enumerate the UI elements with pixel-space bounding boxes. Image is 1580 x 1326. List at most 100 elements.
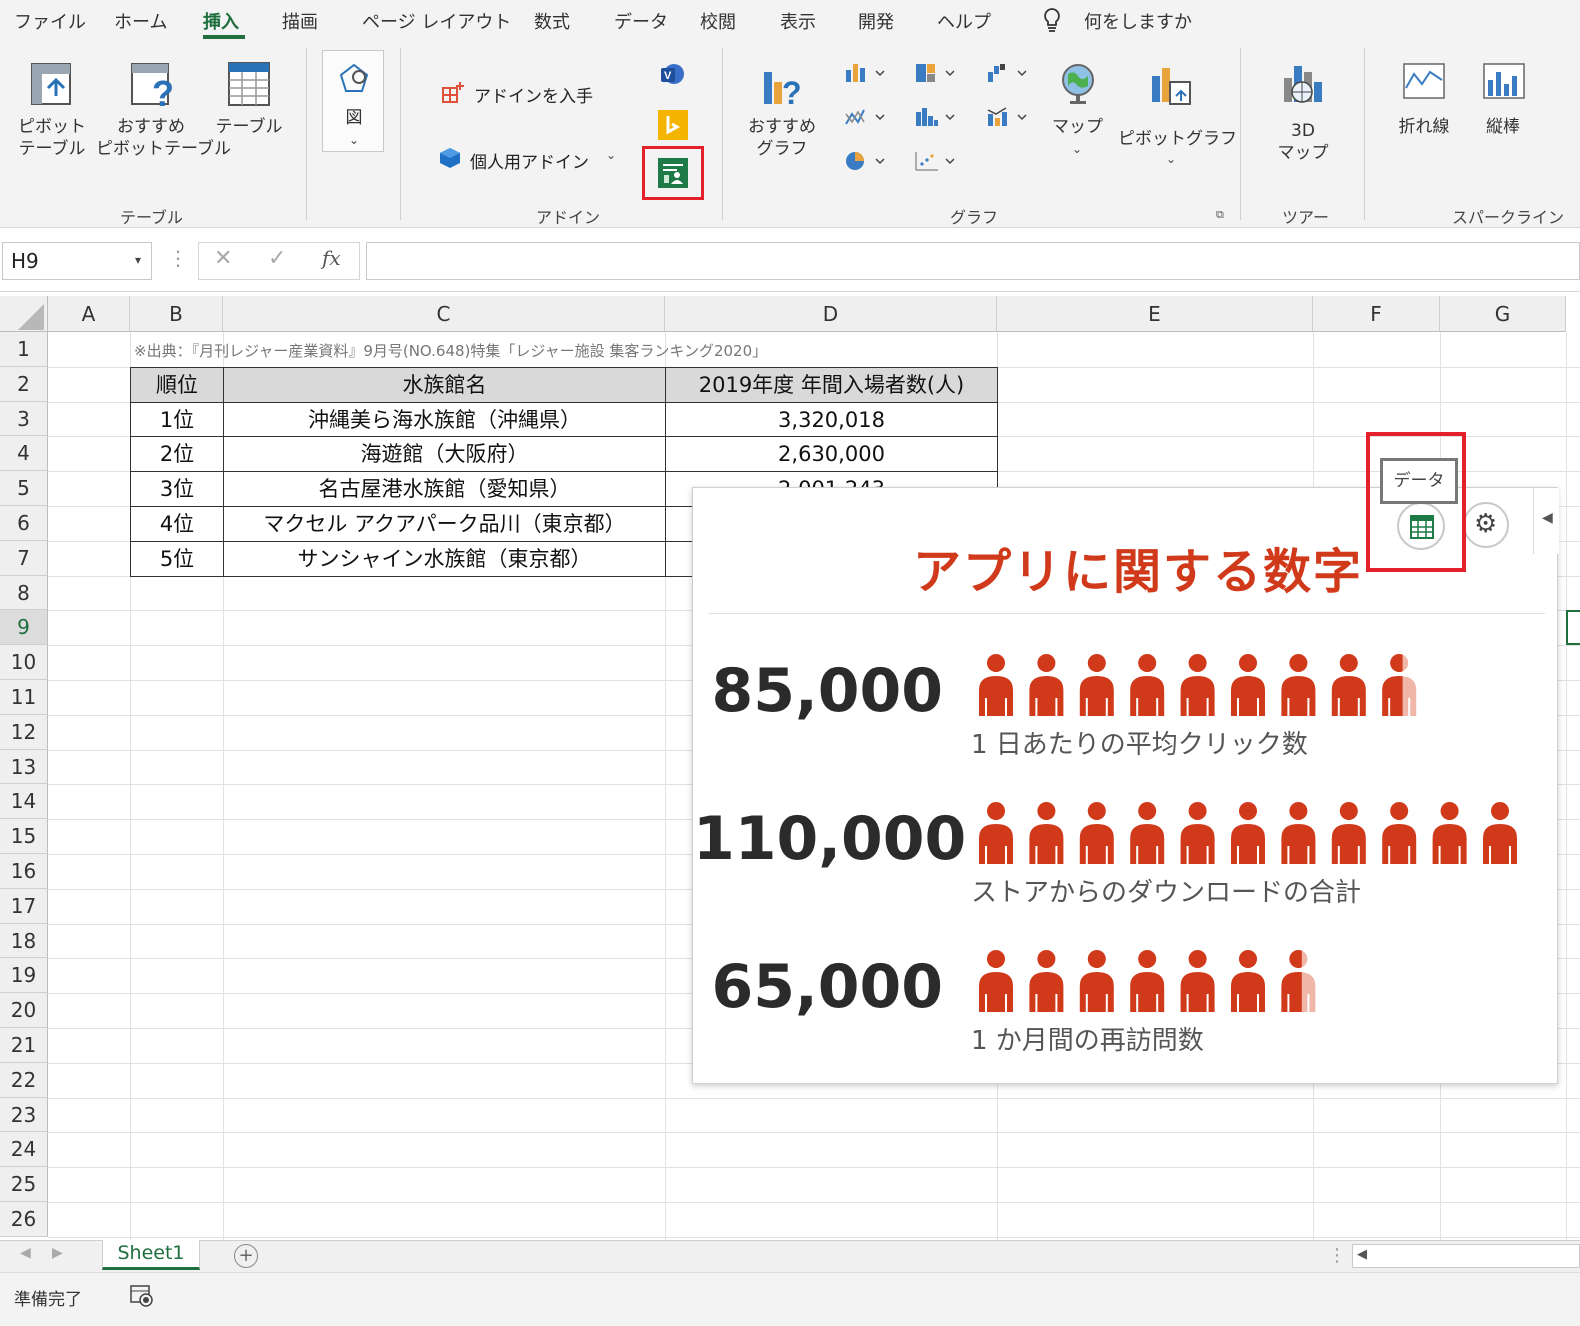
tell-me-search[interactable]: 何をしますか <box>1084 8 1192 34</box>
dialog-launcher-icon[interactable]: ⧉ <box>1216 208 1224 222</box>
row-header-23[interactable]: 23 <box>0 1097 48 1133</box>
row-header-8[interactable]: 8 <box>0 575 48 611</box>
table-cell[interactable]: 3位 <box>130 471 224 507</box>
insert-function-icon[interactable]: fx <box>322 246 341 270</box>
bing-maps-icon[interactable] <box>658 110 688 144</box>
table-cell[interactable]: マクセル アクアパーク品川（東京都） <box>223 506 666 542</box>
cancel-icon[interactable]: ✕ <box>214 246 232 271</box>
hierarchy-chart-icon[interactable] <box>914 62 958 88</box>
macro-record-icon[interactable] <box>130 1285 154 1311</box>
row-header-11[interactable]: 11 <box>0 680 48 715</box>
row-header-6[interactable]: 6 <box>0 506 48 541</box>
settings-button[interactable]: ⚙ <box>1463 502 1509 548</box>
tab-view[interactable]: 表示 <box>780 8 816 34</box>
collapse-panel-button[interactable]: ◀ <box>1533 488 1559 554</box>
column-header-f[interactable]: F <box>1313 296 1440 332</box>
tab-developer[interactable]: 開発 <box>858 8 894 34</box>
row-header-21[interactable]: 21 <box>0 1028 48 1063</box>
tab-draw[interactable]: 描画 <box>282 8 318 34</box>
table-cell[interactable]: 2,630,000 <box>665 436 998 473</box>
table-cell[interactable]: 2位 <box>130 436 224 473</box>
next-sheet-icon[interactable]: ▶ <box>52 1245 63 1261</box>
drag-handle-icon[interactable]: ⋮ <box>1328 1245 1346 1266</box>
column-header-a[interactable]: A <box>48 296 130 332</box>
sparkline-column-button[interactable]: 縦棒 <box>1474 58 1532 148</box>
column-header-e[interactable]: E <box>997 296 1313 332</box>
tab-help[interactable]: ヘルプ <box>937 8 991 34</box>
row-header-3[interactable]: 3 <box>0 401 48 437</box>
tab-formulas[interactable]: 数式 <box>534 8 570 34</box>
row-header-24[interactable]: 24 <box>0 1132 48 1168</box>
row-header-18[interactable]: 18 <box>0 923 48 959</box>
3d-map-button[interactable]: 3D マップ <box>1258 58 1348 168</box>
row-header-26[interactable]: 26 <box>0 1202 48 1237</box>
row-header-2[interactable]: 2 <box>0 366 48 402</box>
row-header-22[interactable]: 22 <box>0 1062 48 1098</box>
table-header-cell[interactable]: 水族館名 <box>223 366 666 403</box>
column-header-d[interactable]: D <box>665 296 997 332</box>
table-header-cell[interactable]: 2019年度 年間入場者数(人) <box>665 366 998 403</box>
row-header-5[interactable]: 5 <box>0 471 48 506</box>
line-chart-icon[interactable] <box>844 106 888 132</box>
waterfall-chart-icon[interactable] <box>986 62 1030 88</box>
column-chart-icon[interactable] <box>844 62 888 88</box>
tab-home[interactable]: ホーム <box>114 8 167 34</box>
formula-input[interactable] <box>366 242 1580 280</box>
table-cell[interactable]: 4位 <box>130 506 224 542</box>
tab-insert[interactable]: 挿入 <box>203 8 239 34</box>
table-cell[interactable]: 沖縄美ら海水族館（沖縄県） <box>223 401 666 438</box>
row-header-15[interactable]: 15 <box>0 819 48 854</box>
visio-icon[interactable]: V <box>660 62 686 92</box>
people-graph-icon[interactable] <box>658 158 688 192</box>
drag-handle-icon[interactable]: ⋮ <box>168 246 188 270</box>
scroll-left-icon[interactable]: ◀ <box>1357 1247 1367 1262</box>
row-header-25[interactable]: 25 <box>0 1167 48 1202</box>
name-box[interactable]: H9 ▾ <box>2 242 152 280</box>
add-sheet-button[interactable]: + <box>234 1244 258 1268</box>
tab-page-layout[interactable]: ページ レイアウト <box>362 8 511 34</box>
prev-sheet-icon[interactable]: ◀ <box>20 1245 31 1261</box>
table-cell[interactable]: 1位 <box>130 401 224 438</box>
row-header-9[interactable]: 9 <box>0 610 48 646</box>
row-header-20[interactable]: 20 <box>0 993 48 1028</box>
table-cell[interactable]: 3,320,018 <box>665 401 998 438</box>
pivot-chart-button[interactable]: ピボットグラフ ⌄ <box>1118 58 1237 168</box>
column-header-b[interactable]: B <box>130 296 223 332</box>
scatter-chart-icon[interactable] <box>914 150 958 176</box>
row-header-12[interactable]: 12 <box>0 714 48 750</box>
row-header-4[interactable]: 4 <box>0 436 48 472</box>
recommended-charts-button[interactable]: ? おすすめ グラフ <box>740 58 824 168</box>
table-cell[interactable]: サンシャイン水族館（東京都） <box>223 540 666 577</box>
column-header-c[interactable]: C <box>223 296 665 332</box>
tab-file[interactable]: ファイル <box>14 8 86 34</box>
row-header-16[interactable]: 16 <box>0 854 48 889</box>
horizontal-scrollbar[interactable]: ◀ <box>1352 1244 1580 1268</box>
column-header-g[interactable]: G <box>1440 296 1566 332</box>
sparkline-line-button[interactable]: 折れ線 <box>1392 58 1456 148</box>
row-header-19[interactable]: 19 <box>0 958 48 994</box>
people-graph-addin[interactable]: アプリに関する数字 85,000 1 日あたりの平均クリック数 110,000 … <box>692 487 1559 1084</box>
table-cell[interactable]: 名古屋港水族館（愛知県） <box>223 471 666 507</box>
chevron-down-icon[interactable]: ▾ <box>135 253 141 267</box>
row-header-13[interactable]: 13 <box>0 749 48 785</box>
select-all-button[interactable] <box>0 296 48 332</box>
row-header-10[interactable]: 10 <box>0 645 48 680</box>
maps-button[interactable]: マップ ⌄ <box>1052 58 1103 168</box>
illustrations-button[interactable]: 図 ⌄ <box>322 50 384 152</box>
pie-chart-icon[interactable] <box>844 150 888 176</box>
row-header-1[interactable]: 1 <box>0 332 48 367</box>
table-button[interactable]: テーブル <box>214 58 284 168</box>
sheet-tab[interactable]: Sheet1 <box>102 1240 200 1270</box>
row-header-7[interactable]: 7 <box>0 540 48 576</box>
row-header-17[interactable]: 17 <box>0 888 48 924</box>
recommended-pivot-button[interactable]: ? おすすめ ピボットテーブル <box>96 58 231 208</box>
pivot-table-button[interactable]: ピボット テーブル <box>14 58 90 208</box>
tab-review[interactable]: 校閲 <box>700 8 736 34</box>
my-addins-button[interactable]: 個人用アドイン ⌄ <box>438 146 624 173</box>
combo-chart-icon[interactable] <box>986 106 1030 132</box>
table-cell[interactable]: 5位 <box>130 540 224 577</box>
statistic-chart-icon[interactable] <box>914 106 958 132</box>
enter-icon[interactable]: ✓ <box>268 246 286 271</box>
row-header-14[interactable]: 14 <box>0 784 48 820</box>
table-header-cell[interactable]: 順位 <box>130 366 224 403</box>
